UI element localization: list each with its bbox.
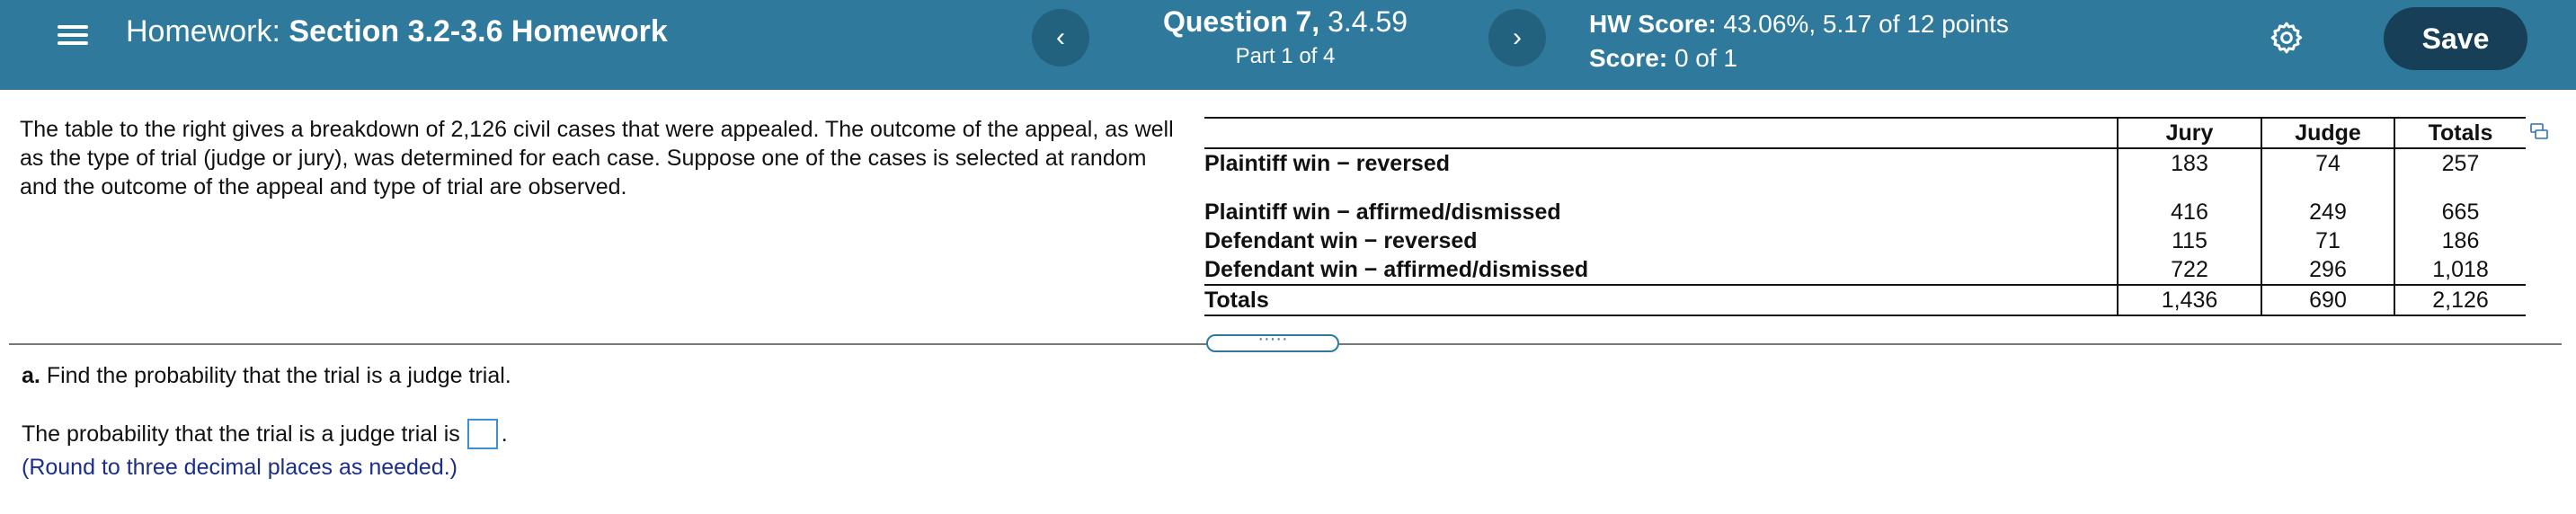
top-header: Homework: Section 3.2-3.6 Homework ‹ Que…	[0, 0, 2576, 90]
menu-bar	[58, 33, 88, 37]
answer-prefix: The probability that the trial is a judg…	[22, 421, 460, 447]
menu-bar	[58, 25, 88, 29]
column-header: Jury	[2117, 117, 2261, 149]
question-id: 3.4.59	[1328, 5, 1408, 38]
table-row: Defendant win − reversed 115 71 186	[1204, 226, 2526, 255]
table-cell: 257	[2394, 148, 2526, 178]
table-cell: 722	[2117, 255, 2261, 285]
row-label: Totals	[1204, 284, 2118, 316]
pane-resize-handle[interactable]: ·····	[1206, 330, 1339, 352]
column-header: Totals	[2394, 117, 2526, 149]
copy-table-icon[interactable]	[2529, 122, 2549, 142]
table-cell: 249	[2261, 198, 2394, 226]
hw-score-label: HW Score:	[1589, 10, 1717, 38]
table-header-row: Jury Judge Totals	[1204, 117, 2526, 149]
hw-score-value: 43.06%, 5.17 of 12 points	[1723, 10, 2009, 38]
table-cell: 183	[2117, 148, 2261, 178]
table-row: Plaintiff win − reversed 183 74 257	[1204, 148, 2526, 178]
score-value: 0 of 1	[1674, 44, 1737, 72]
part-a-letter: a.	[22, 363, 40, 388]
table-row: Defendant win − affirmed/dismissed 722 2…	[1204, 255, 2526, 285]
answer-input[interactable]	[466, 419, 498, 449]
answer-line: The probability that the trial is a judg…	[22, 419, 508, 449]
table-cell: 115	[2117, 226, 2261, 255]
table-cell: 186	[2394, 226, 2526, 255]
table-cell: 2,126	[2394, 284, 2526, 316]
answer-suffix: .	[501, 421, 508, 447]
column-header: Judge	[2261, 117, 2394, 149]
menu-bar	[58, 41, 88, 45]
menu-icon[interactable]	[58, 20, 88, 50]
table-cell: 690	[2261, 284, 2394, 316]
table-cell: 1,436	[2117, 284, 2261, 316]
part-a-question: a. Find the probability that the trial i…	[22, 363, 511, 389]
table-cell: 1,018	[2394, 255, 2526, 285]
rounding-instruction: (Round to three decimal places as needed…	[22, 455, 458, 480]
previous-question-button[interactable]: ‹	[1032, 9, 1089, 66]
row-label: Defendant win − reversed	[1204, 228, 1478, 253]
gear-icon[interactable]	[2269, 20, 2305, 56]
row-label: Plaintiff win − reversed	[1204, 151, 1451, 176]
part-a-text: Find the probability that the trial is a…	[46, 363, 511, 388]
table-corner-cell	[1204, 117, 2118, 149]
table-spacer-row	[1204, 178, 2526, 198]
score-info: HW Score: 43.06%, 5.17 of 12 points Scor…	[1589, 7, 2009, 75]
question-info: Question 7, 3.4.59 Part 1 of 4	[1124, 5, 1447, 69]
table-cell: 74	[2261, 148, 2394, 178]
score-label: Score:	[1589, 44, 1668, 72]
problem-statement: The table to the right gives a breakdown…	[20, 117, 1174, 199]
part-indicator: Part 1 of 4	[1235, 44, 1336, 68]
data-table: Jury Judge Totals Plaintiff win − revers…	[1204, 117, 2526, 316]
table-cell: 296	[2261, 255, 2394, 285]
homework-title-prefix: Homework:	[126, 14, 280, 49]
table-cell: 71	[2261, 226, 2394, 255]
table-cell: 416	[2117, 198, 2261, 226]
homework-title-name: Section 3.2-3.6 Homework	[289, 14, 668, 49]
table-totals-row: Totals 1,436 690 2,126	[1204, 284, 2526, 316]
next-question-button[interactable]: ›	[1488, 9, 1546, 66]
homework-title: Homework: Section 3.2-3.6 Homework	[126, 14, 668, 49]
table-cell: 665	[2394, 198, 2526, 226]
row-label: Defendant win − affirmed/dismissed	[1204, 257, 1589, 282]
save-button[interactable]: Save	[2384, 7, 2527, 70]
row-label: Plaintiff win − affirmed/dismissed	[1204, 199, 1561, 225]
table-row: Plaintiff win − affirmed/dismissed 416 2…	[1204, 198, 2526, 226]
question-label: Question 7,	[1162, 5, 1320, 38]
